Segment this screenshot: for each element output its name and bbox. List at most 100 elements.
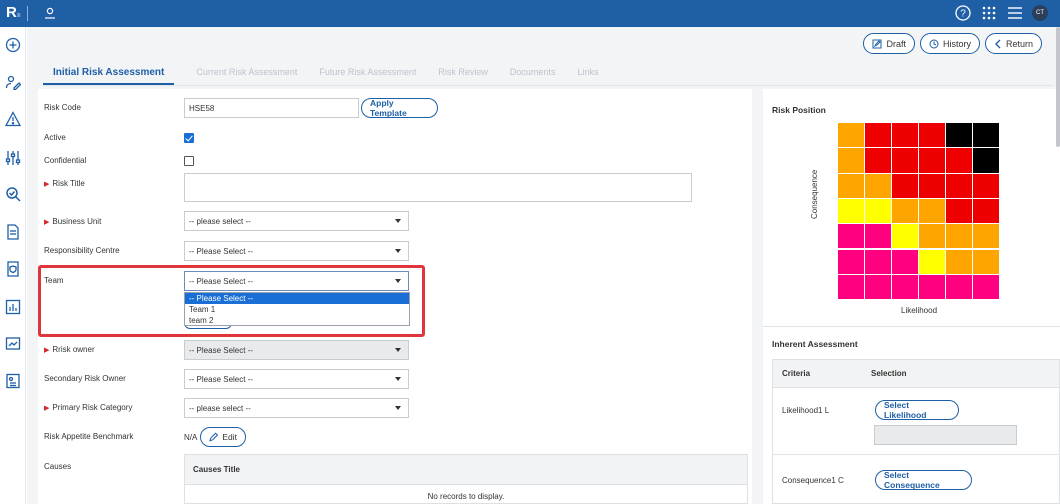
user-home-icon[interactable] — [43, 6, 57, 20]
criteria-header: Criteria — [782, 369, 811, 378]
business-unit-select[interactable]: -- please select -- — [184, 211, 409, 231]
search-risk-icon[interactable] — [5, 186, 21, 202]
app-logo[interactable]: R≡ — [6, 4, 20, 21]
user-edit-icon[interactable] — [5, 74, 21, 90]
tab-risk-review[interactable]: Risk Review — [438, 63, 488, 85]
active-checkbox[interactable] — [184, 133, 194, 143]
heatmap-cell — [946, 249, 972, 274]
document-icon[interactable] — [5, 224, 21, 240]
heatmap-cell — [838, 148, 864, 173]
caret-down-icon — [395, 406, 401, 410]
secondary-owner-label: Secondary Risk Owner — [44, 374, 126, 383]
apply-template-button[interactable]: Apply Template — [361, 98, 438, 118]
user-avatar[interactable]: CT — [1032, 5, 1048, 21]
heatmap-cell — [919, 249, 945, 274]
pencil-icon — [209, 432, 219, 442]
help-icon[interactable]: ? — [954, 4, 972, 22]
inherent-assessment-table: Criteria Selection Likelihood1 L Select … — [772, 359, 1060, 504]
apps-grid-icon[interactable] — [980, 4, 998, 22]
history-button[interactable]: History — [919, 33, 980, 54]
add-circle-icon[interactable] — [5, 37, 21, 53]
heatmap-cell — [919, 198, 945, 224]
heatmap-cell — [946, 148, 972, 173]
draft-label: Draft — [886, 38, 906, 49]
risk-owner-label: ▶ Rrisk owner — [44, 345, 95, 354]
heatmap-cell — [865, 249, 891, 274]
tab-initial-risk-assessment[interactable]: Initial Risk Assessment — [43, 63, 175, 85]
select-likelihood-button[interactable]: Select Likelihood — [875, 400, 959, 420]
heatmap-cell — [973, 274, 999, 300]
heatmap-cell — [973, 123, 999, 148]
confidential-checkbox[interactable] — [184, 156, 194, 166]
chevron-left-icon — [995, 39, 1001, 48]
sliders-icon[interactable] — [5, 150, 21, 166]
warning-icon[interactable] — [5, 111, 21, 127]
tab-divider — [43, 85, 1053, 86]
primary-category-select[interactable]: -- please select -- — [184, 398, 409, 418]
likelihood-criteria-label: Likelihood1 L — [782, 406, 830, 415]
heatmap-cell — [946, 173, 972, 198]
report-icon[interactable] — [5, 373, 21, 389]
heatmap-cell — [919, 148, 945, 173]
edit-icon — [872, 39, 882, 48]
heatmap-cell — [973, 249, 999, 274]
heatmap-cell — [919, 224, 945, 249]
likelihood-axis-label: Likelihood — [901, 306, 938, 315]
heatmap-cell — [838, 198, 864, 224]
heatmap-cell — [946, 123, 972, 148]
heatmap-cell — [865, 274, 891, 300]
edit-button[interactable]: Edit — [200, 427, 246, 447]
risk-heatmap — [838, 123, 1000, 300]
heatmap-cell — [973, 148, 999, 173]
select-consequence-button[interactable]: Select Consequence — [875, 470, 972, 490]
responsibility-centre-select[interactable]: -- Please Select -- — [184, 241, 409, 261]
heatmap-cell — [865, 148, 891, 173]
required-marker: ▶ — [44, 219, 50, 226]
tab-current-risk-assessment[interactable]: Current Risk Assessment — [196, 63, 297, 85]
menu-icon[interactable] — [1006, 4, 1024, 22]
required-marker: ▶ — [44, 405, 50, 412]
primary-category-label: ▶ Primary Risk Category — [44, 403, 133, 412]
responsibility-centre-label: Responsibility Centre — [44, 246, 120, 255]
heatmap-cell — [973, 198, 999, 224]
divider — [27, 6, 28, 21]
tab-bar: Initial Risk Assessment Current Risk Ass… — [43, 63, 598, 85]
heatmap-cell — [892, 249, 918, 274]
heatmap-cell — [865, 173, 891, 198]
risk-title-textarea[interactable] — [184, 173, 692, 202]
return-button[interactable]: Return — [984, 33, 1042, 54]
top-bar: R≡ ? CT — [0, 0, 1060, 27]
chart-icon[interactable] — [5, 299, 21, 315]
annotation-highlight-box — [38, 265, 425, 337]
appetite-label: Risk Appetite Benchmark — [44, 432, 134, 441]
left-nav — [0, 27, 26, 504]
heatmap-cell — [892, 148, 918, 173]
heatmap-cell — [838, 173, 864, 198]
risk-position-panel: Risk Position Consequence Likelihood Inh… — [763, 89, 1060, 504]
scrollbar[interactable] — [1056, 27, 1060, 147]
heatmap-cell — [892, 123, 918, 148]
caret-down-icon — [395, 219, 401, 223]
risk-owner-select[interactable]: -- Please Select -- — [184, 340, 409, 360]
causes-label: Causes — [44, 462, 72, 471]
heatmap-cell — [919, 274, 945, 300]
heatmap-cell — [865, 224, 891, 249]
heatmap-cell — [838, 123, 864, 148]
secondary-owner-select[interactable]: -- Please Select -- — [184, 369, 409, 389]
draft-button[interactable]: Draft — [863, 33, 915, 54]
trend-icon[interactable] — [5, 336, 21, 352]
risk-position-title: Risk Position — [772, 105, 826, 115]
active-label: Active — [44, 133, 66, 142]
heatmap-cell — [892, 173, 918, 198]
causes-empty-text: No records to display. — [427, 492, 505, 501]
tab-links[interactable]: Links — [577, 63, 598, 85]
risk-code-input[interactable]: HSE58 — [184, 98, 359, 118]
svg-text:?: ? — [960, 9, 966, 20]
tab-future-risk-assessment[interactable]: Future Risk Assessment — [319, 63, 416, 85]
tab-documents[interactable]: Documents — [510, 63, 556, 85]
shield-document-icon[interactable] — [5, 261, 21, 277]
heatmap-cell — [892, 274, 918, 300]
consequence-axis-label: Consequence — [810, 169, 819, 219]
business-unit-label: ▶ Business Unit — [44, 217, 102, 226]
heatmap-cell — [892, 224, 918, 249]
